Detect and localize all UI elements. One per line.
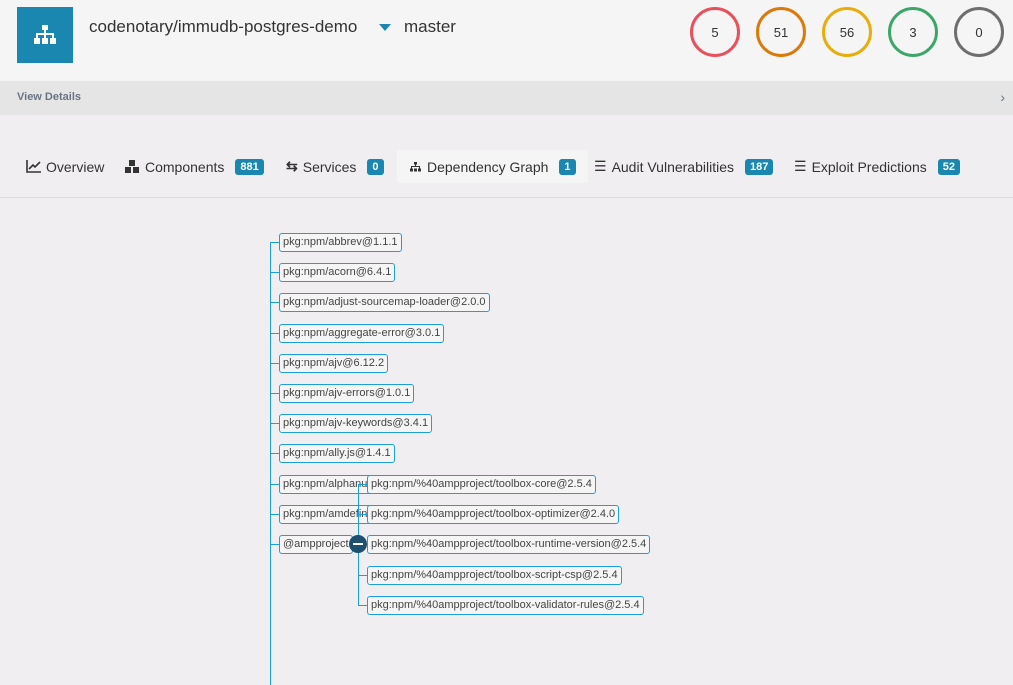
severity-count-circle: 3: [888, 7, 938, 57]
cubes-icon: [125, 159, 139, 173]
divider: [0, 197, 1013, 198]
tree-connector: [270, 362, 279, 364]
tree-node[interactable]: pkg:npm/ally.js@1.4.1: [279, 444, 395, 464]
tree-node[interactable]: pkg:npm/ajv-errors@1.0.1: [279, 384, 415, 403]
tree-group-node[interactable]: @ampproject: [279, 535, 353, 554]
tree-node[interactable]: pkg:npm/%40ampproject/toolbox-validator-…: [367, 595, 644, 615]
tree-connector: [270, 302, 279, 304]
chevron-right-icon: ›: [1000, 89, 1005, 105]
tree-connector: [270, 393, 279, 394]
tree-node[interactable]: pkg:npm/%40ampproject/toolbox-optimizer@…: [367, 505, 620, 525]
project-logo: [17, 7, 73, 63]
tree-node[interactable]: pkg:npm/acorn@6.4.1: [279, 263, 396, 283]
tree-connector: [270, 272, 279, 274]
severity-count-circle: 56: [822, 7, 872, 57]
tree-node[interactable]: pkg:npm/abbrev@1.1.1: [279, 233, 402, 252]
exchange-icon: ⇆: [286, 158, 298, 174]
tree-connector: [358, 604, 367, 606]
severity-count-circle: 0: [954, 7, 1004, 57]
severity-count-circle: 51: [756, 7, 806, 57]
list-icon: ☰: [594, 158, 607, 174]
tree-node[interactable]: pkg:npm/aggregate-error@3.0.1: [279, 323, 445, 343]
tree-connector: [270, 242, 271, 685]
count-badge: 52: [937, 158, 960, 175]
tab-components[interactable]: Components 881: [124, 150, 264, 183]
project-name: codenotary/immudb-postgres-demo: [89, 17, 358, 36]
tree-connector: [270, 483, 279, 485]
tab-label: Dependency Graph: [427, 158, 549, 175]
tree-connector: [358, 574, 367, 576]
tree-node[interactable]: pkg:npm/ajv-keywords@3.4.1: [279, 414, 433, 434]
tab-overview[interactable]: Overview: [26, 150, 104, 183]
tab-audit-vulnerabilities[interactable]: ☰ Audit Vulnerabilities 187: [594, 150, 774, 183]
tree-node[interactable]: pkg:npm/%40ampproject/toolbox-script-csp…: [367, 565, 622, 585]
tree-connector: [270, 242, 279, 243]
tree-connector: [270, 513, 279, 515]
severity-count-circle: 5: [690, 7, 740, 57]
view-details-label: View Details: [17, 91, 81, 103]
tree-connector: [270, 423, 279, 425]
tree-connector: [270, 544, 279, 545]
list-icon: ☰: [794, 158, 807, 174]
tab-label: Services: [302, 158, 357, 175]
sitemap-icon: [34, 25, 56, 44]
count-badge: 1: [559, 158, 576, 175]
tab-services[interactable]: ⇆ Services 0: [286, 150, 384, 183]
tree-connector: [270, 453, 279, 455]
tree-node[interactable]: pkg:npm/%40ampproject/toolbox-runtime-ve…: [367, 535, 651, 555]
tab-exploit-predictions[interactable]: ☰ Exploit Predictions 52: [794, 150, 960, 183]
tree-node[interactable]: pkg:npm/adjust-sourcemap-loader@2.0.0: [279, 293, 490, 313]
tab-label: Exploit Predictions: [811, 158, 927, 175]
tab-bar: Overview Components 881 ⇆ Services 0 Depen…: [0, 150, 1013, 183]
tree-node[interactable]: pkg:npm/ajv@6.12.2: [279, 353, 389, 373]
collapse-toggle-icon[interactable]: [349, 535, 367, 553]
tab-label: Components: [145, 158, 225, 175]
tree-connector: [358, 514, 367, 516]
version-dropdown-icon[interactable]: [379, 24, 391, 31]
tree-node[interactable]: pkg:npm/%40ampproject/toolbox-core@2.5.4: [367, 475, 596, 494]
view-details-bar[interactable]: View Details ›: [0, 81, 1013, 115]
tree-connector: [270, 332, 279, 334]
tab-label: Audit Vulnerabilities: [611, 158, 735, 175]
count-badge: 0: [367, 158, 384, 175]
sitemap-icon: [410, 161, 421, 171]
project-version[interactable]: master: [404, 17, 456, 37]
chart-line-icon: [26, 160, 41, 173]
tab-dependency-graph[interactable]: Dependency Graph 1: [397, 150, 588, 183]
count-badge: 187: [745, 158, 774, 175]
tab-label: Overview: [46, 158, 105, 175]
tree-connector: [358, 484, 367, 485]
project-header: codenotary/immudb-postgres-demo master 5…: [0, 0, 1013, 81]
count-badge: 881: [235, 158, 264, 175]
